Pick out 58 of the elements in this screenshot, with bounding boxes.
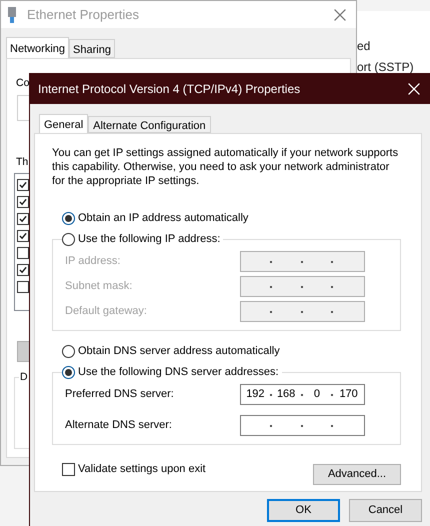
intro-paragraph: You can get IP settings assigned automatically if your network supports this capability. Otherwise, you need to ask your network administrator for the appropriate IP settings. xyxy=(52,146,400,188)
checkbox[interactable] xyxy=(62,462,75,476)
octet-text: 0 xyxy=(314,388,320,400)
field-label: IP address: xyxy=(64,254,122,270)
radio-button[interactable] xyxy=(62,366,75,378)
dialog-button[interactable]: Cancel xyxy=(349,499,422,522)
field-label: Subnet mask: xyxy=(64,279,134,294)
option-label: Obtain DNS server address automatically xyxy=(78,344,280,359)
setting-text: ed xyxy=(357,38,372,55)
dot-separator xyxy=(331,286,334,288)
dot-separator xyxy=(270,286,272,288)
dot-separator xyxy=(300,310,302,312)
checkbox[interactable] xyxy=(17,179,29,191)
dot-separator xyxy=(270,260,272,262)
option-label: Use the following DNS server addresses: xyxy=(78,364,279,380)
section-label: Th xyxy=(16,155,28,170)
checkbox[interactable] xyxy=(17,281,29,293)
dot-separator xyxy=(331,394,334,396)
advanced-button[interactable]: Advanced... xyxy=(313,464,401,485)
octet-text: 192 xyxy=(246,388,265,400)
dot-separator xyxy=(331,310,334,312)
octet-text: 170 xyxy=(339,388,358,400)
dot-separator xyxy=(300,394,302,396)
option-label: Obtain an IP address automatically xyxy=(78,210,248,226)
dot-separator xyxy=(300,260,302,262)
checkbox-label: Validate settings upon exit xyxy=(78,462,206,477)
radio-button[interactable] xyxy=(62,232,75,246)
dot-separator xyxy=(270,310,272,312)
dialog-button[interactable]: OK xyxy=(267,499,340,522)
tab[interactable]: General xyxy=(39,114,88,133)
octet-text: 168 xyxy=(276,388,296,400)
tab[interactable]: Sharing xyxy=(69,39,115,58)
checkbox[interactable] xyxy=(17,247,29,259)
dot-separator xyxy=(331,424,334,426)
field-label: Preferred DNS server: xyxy=(64,387,175,402)
setting-text: ort (SSTP) xyxy=(357,59,415,76)
window-title: Ethernet Properties xyxy=(27,6,140,24)
field-label: Alternate DNS server: xyxy=(64,418,173,434)
checkbox[interactable] xyxy=(17,264,29,276)
dot-separator xyxy=(331,260,334,262)
window-title: Internet Protocol Version 4 (TCP/IPv4) Properties xyxy=(38,81,302,98)
radio-button[interactable] xyxy=(62,344,75,358)
radio-button[interactable] xyxy=(62,212,75,224)
ip-address-field[interactable]: 192 168 0 170 xyxy=(240,384,365,405)
tab[interactable]: Alternate Configuration xyxy=(88,116,211,133)
dot-separator xyxy=(300,286,302,288)
tab[interactable]: Networking xyxy=(6,37,70,58)
dot-separator xyxy=(270,424,272,426)
field-label: Default gateway: xyxy=(64,304,148,320)
ethernet-plug-icon xyxy=(7,6,17,22)
option-label: Use the following IP address: xyxy=(78,232,220,247)
checkbox[interactable] xyxy=(17,213,29,225)
ip-address-field[interactable] xyxy=(240,415,365,436)
checkbox[interactable] xyxy=(17,230,29,242)
dot-separator xyxy=(300,424,302,426)
dot-separator xyxy=(270,394,272,396)
checkbox[interactable] xyxy=(17,196,29,208)
section-label: Co xyxy=(16,76,30,91)
